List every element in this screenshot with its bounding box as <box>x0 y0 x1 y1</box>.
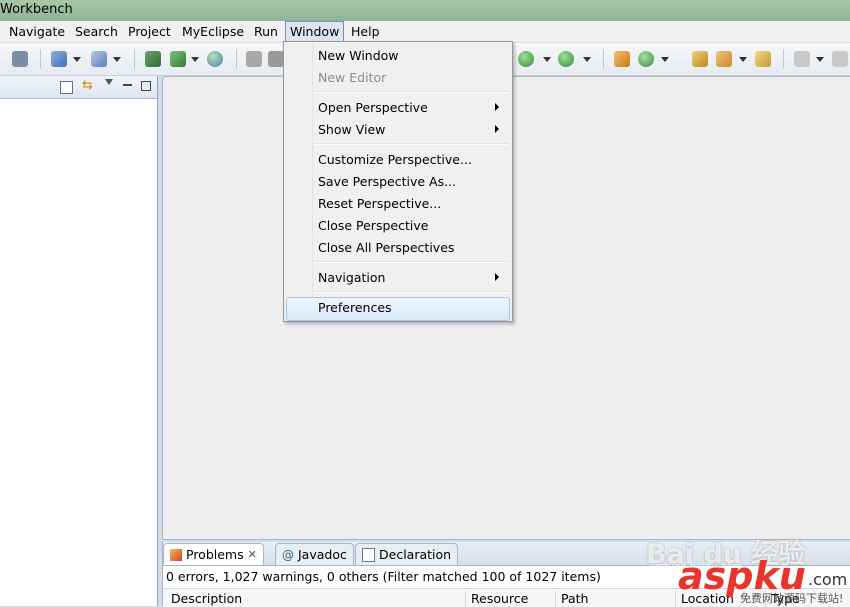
server-icon[interactable] <box>170 51 186 67</box>
toolbar-separator <box>783 49 784 69</box>
problems-icon <box>170 548 182 561</box>
menu-item-close-perspective[interactable]: Close Perspective <box>318 218 428 233</box>
view-menu-icon[interactable] <box>105 79 113 85</box>
chevron-down-icon[interactable] <box>661 57 669 62</box>
view-toolbar: ⇆ <box>0 76 157 99</box>
menu-help[interactable]: Help <box>351 24 380 39</box>
save-all-icon[interactable] <box>12 51 28 67</box>
deploy-icon[interactable] <box>145 51 161 67</box>
menu-separator <box>314 143 508 145</box>
debug-icon[interactable] <box>558 51 574 67</box>
next-annotation-icon[interactable] <box>794 51 810 67</box>
submenu-arrow-icon <box>495 125 499 133</box>
menu-separator <box>314 291 508 293</box>
aspku-logo-suffix: .com <box>808 570 848 589</box>
back-icon[interactable] <box>246 51 262 67</box>
tab-declaration[interactable]: Declaration <box>355 543 459 565</box>
tab-javadoc-label: Javadoc <box>298 547 347 562</box>
chevron-down-icon[interactable] <box>583 57 591 62</box>
menu-separator <box>314 91 508 93</box>
chevron-down-icon[interactable] <box>73 57 81 62</box>
tab-problems[interactable]: Problems ✕ <box>163 543 264 565</box>
maximize-icon[interactable] <box>141 81 151 91</box>
tab-javadoc[interactable]: @ Javadoc <box>275 543 354 565</box>
menu-bar: Navigate Search Project MyEclipse Run Wi… <box>0 21 850 43</box>
close-icon[interactable]: ✕ <box>248 548 257 561</box>
menu-search[interactable]: Search <box>75 24 118 39</box>
run-icon[interactable] <box>518 51 534 67</box>
column-resource[interactable]: Resource <box>471 591 556 607</box>
collapse-all-icon[interactable] <box>60 81 73 94</box>
menu-item-save-perspective-as[interactable]: Save Perspective As... <box>318 174 456 189</box>
watermark-caption: 免费网站源码下载站! <box>740 592 844 605</box>
toolbar-separator <box>40 49 41 69</box>
toolbar-separator <box>603 49 604 69</box>
open-folder-icon[interactable] <box>692 51 708 67</box>
chevron-down-icon[interactable] <box>113 57 121 62</box>
menu-myeclipse[interactable]: MyEclipse <box>182 24 244 39</box>
submenu-arrow-icon <box>495 103 499 111</box>
toolbar-separator <box>134 49 135 69</box>
new-wizard-icon[interactable] <box>51 51 67 67</box>
history-icon[interactable] <box>268 51 284 67</box>
problems-summary: 0 errors, 1,027 warnings, 0 others (Filt… <box>166 569 601 584</box>
javadoc-icon: @ <box>282 547 294 562</box>
menu-item-preferences[interactable]: Preferences <box>318 300 392 315</box>
menu-item-open-perspective[interactable]: Open Perspective <box>318 100 428 115</box>
column-description[interactable]: Description <box>171 591 466 607</box>
menu-item-reset-perspective[interactable]: Reset Perspective... <box>318 196 441 211</box>
toolbar-separator <box>236 49 237 69</box>
menu-project[interactable]: Project <box>128 24 171 39</box>
menu-navigate[interactable]: Navigate <box>9 24 65 39</box>
globe-icon[interactable] <box>207 51 223 67</box>
watermark: Bai du 经验 jingyan.baidu.com aspku .com 免… <box>646 510 850 606</box>
package-icon[interactable] <box>614 51 630 67</box>
chevron-down-icon[interactable] <box>816 57 824 62</box>
chevron-down-icon[interactable] <box>191 57 199 62</box>
tab-problems-label: Problems <box>186 547 244 562</box>
declaration-icon <box>362 547 375 562</box>
open-type-icon[interactable] <box>91 51 107 67</box>
chevron-down-icon[interactable] <box>543 57 551 62</box>
new-class-icon[interactable] <box>638 51 654 67</box>
menu-item-new-window[interactable]: New Window <box>318 48 399 63</box>
menu-separator <box>314 261 508 263</box>
window-menu-dropdown: New Window New Editor Open Perspective S… <box>283 41 513 322</box>
chevron-down-icon[interactable] <box>739 57 747 62</box>
title-bar: Workbench <box>0 0 850 21</box>
menu-item-close-all-perspectives[interactable]: Close All Perspectives <box>318 240 454 255</box>
menu-item-new-editor: New Editor <box>318 70 387 85</box>
folder-icon[interactable] <box>755 51 771 67</box>
minimize-icon[interactable] <box>123 84 132 86</box>
pencil-icon[interactable] <box>716 51 732 67</box>
tab-declaration-label: Declaration <box>379 547 452 562</box>
package-explorer-view: ⇆ <box>0 76 158 606</box>
link-with-editor-icon[interactable]: ⇆ <box>82 79 93 93</box>
window-title: Workbench <box>0 2 73 17</box>
submenu-arrow-icon <box>495 273 499 281</box>
menu-window[interactable]: Window <box>285 21 345 42</box>
menu-item-navigation[interactable]: Navigation <box>318 270 385 285</box>
menu-run[interactable]: Run <box>254 24 278 39</box>
menu-item-show-view[interactable]: Show View <box>318 122 385 137</box>
previous-annotation-icon[interactable] <box>832 51 848 67</box>
menu-gutter <box>312 44 313 317</box>
menu-item-customize-perspective[interactable]: Customize Perspective... <box>318 152 472 167</box>
